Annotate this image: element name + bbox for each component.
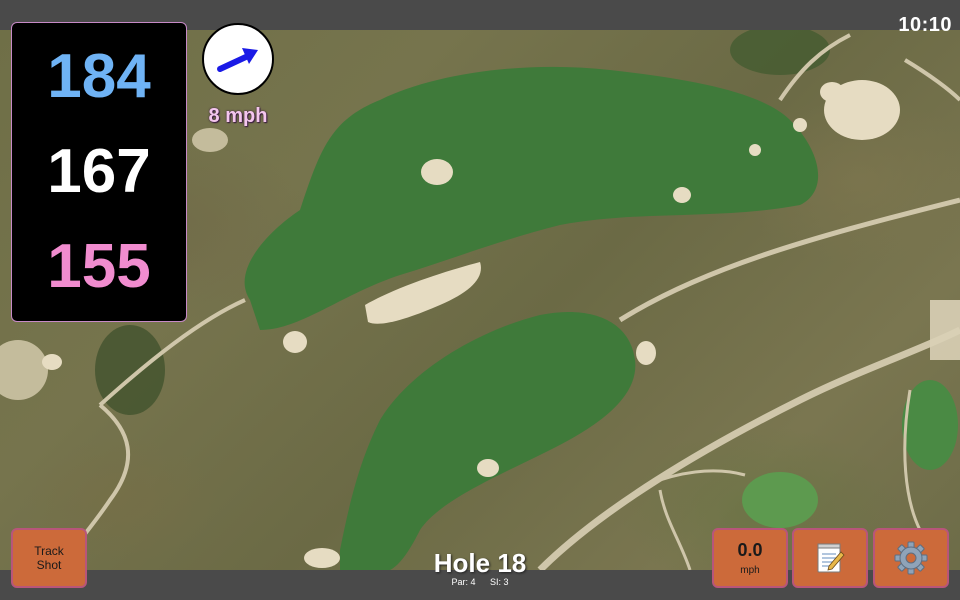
track-shot-label-line1: Track (34, 544, 64, 558)
back-of-green-distance: 184 (47, 41, 151, 111)
hole-details: Par: 4 SI: 3 (380, 577, 580, 587)
hole-stroke-index: SI: 3 (490, 577, 509, 587)
hole-par: Par: 4 (451, 577, 476, 587)
clock-time: 10:10 (898, 14, 952, 36)
hole-info: Hole 18 Par: 4 SI: 3 (380, 549, 580, 587)
middle-of-green-distance: 167 (47, 136, 151, 206)
settings-button[interactable] (873, 528, 949, 588)
speed-button[interactable]: 0.0 mph (712, 528, 788, 588)
speed-value: 0.0 (737, 540, 763, 560)
track-shot-button[interactable]: Track Shot (11, 528, 87, 588)
distance-panel: 184 167 155 (11, 22, 187, 322)
speed-unit: mph (740, 565, 760, 576)
wind-speed-label: 8 mph (208, 105, 268, 127)
gear-icon (894, 541, 928, 575)
wind-direction-arrow-icon (217, 48, 258, 72)
hole-title: Hole 18 (433, 548, 527, 578)
front-of-green-distance: 155 (47, 232, 151, 302)
notepad-icon (817, 543, 845, 573)
scorecard-notes-button[interactable] (792, 528, 868, 588)
wind-indicator[interactable] (202, 23, 274, 95)
track-shot-label-line2: Shot (36, 558, 62, 572)
